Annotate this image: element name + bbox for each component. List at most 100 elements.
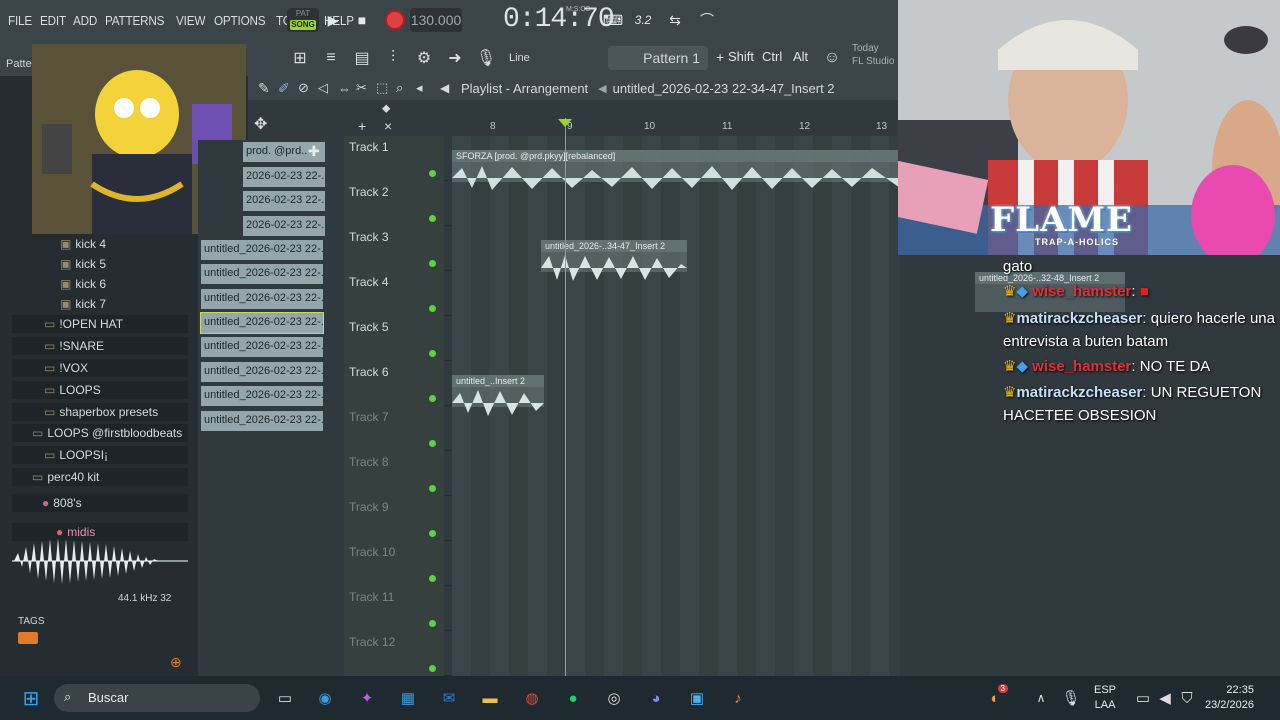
chat-username[interactable]: matirackzcheaser xyxy=(1016,384,1142,401)
pattern-clip[interactable]: 2026-02-23 22-.. xyxy=(243,191,325,211)
track-header[interactable]: Track 12 xyxy=(344,631,444,676)
language-indicator[interactable]: ESP LAA xyxy=(1094,683,1116,713)
menu-options[interactable]: OPTIONS xyxy=(214,13,266,28)
track-lane[interactable] xyxy=(452,316,900,361)
news-panel[interactable]: Today FL Studio xyxy=(852,42,894,68)
taskbar-search[interactable]: ⌕ Buscar xyxy=(54,684,260,712)
arrow-icon[interactable]: ➜ xyxy=(441,44,469,72)
shift-key-button[interactable]: Shift xyxy=(728,49,754,64)
pattern-picker-icon[interactable]: ✥ xyxy=(254,114,267,134)
slip-tool-icon[interactable]: ⇔ xyxy=(338,81,351,96)
pattern-clip[interactable]: 2026-02-23 22-.. xyxy=(243,216,325,236)
discord-icon[interactable]: ◕ xyxy=(643,686,669,710)
browser-item[interactable]: ▣ kick 7 xyxy=(60,297,106,311)
spotify-icon[interactable]: ● xyxy=(560,686,586,710)
photos-icon[interactable]: ▣ xyxy=(684,686,710,710)
add-clip-icon[interactable]: ✚ xyxy=(308,143,320,160)
draw-tool-icon[interactable]: ✎ xyxy=(258,80,270,97)
menu-file[interactable]: FILE xyxy=(8,13,32,28)
browser-folder[interactable]: ▭ perc40 kit xyxy=(12,468,188,486)
playlist-menu-arrow-icon[interactable]: ◀ xyxy=(440,81,449,95)
browser-folder[interactable]: ▭ !OPEN HAT xyxy=(12,315,188,333)
track-header[interactable]: Track 4 xyxy=(344,271,444,316)
track-mute-led[interactable] xyxy=(429,170,436,177)
snap-icon[interactable]: ⬥ xyxy=(382,101,390,116)
track-lane[interactable] xyxy=(452,541,900,586)
browser-item[interactable]: ▣ kick 5 xyxy=(60,257,106,271)
pattern-selector[interactable]: Pattern 1 xyxy=(608,46,708,70)
audio-clip[interactable]: untitled_..Insert 2 xyxy=(452,375,544,416)
browser-folder[interactable]: ▭ shaperbox presets xyxy=(12,403,188,421)
battery-icon[interactable]: ⛉ xyxy=(1174,686,1200,710)
task-view-icon[interactable]: ▭ xyxy=(272,686,298,710)
chat-username[interactable]: wise_hamster xyxy=(1032,358,1131,375)
chat-username[interactable]: matirackzcheaser xyxy=(1016,310,1142,327)
pat-song-toggle[interactable]: PAT SONG xyxy=(287,8,319,32)
play-preview-icon[interactable] xyxy=(18,632,38,644)
track-header[interactable]: Track 10 xyxy=(344,541,444,586)
track-lane[interactable] xyxy=(452,496,900,541)
track-header[interactable]: Track 7 xyxy=(344,406,444,451)
file-explorer-icon[interactable]: ▬ xyxy=(477,686,503,710)
pattern-clip[interactable]: untitled_2026-02-23 22-.. xyxy=(201,362,323,382)
close-icon[interactable]: × xyxy=(384,118,392,134)
track-mute-led[interactable] xyxy=(429,395,436,402)
track-header[interactable]: Track 3 xyxy=(344,226,444,271)
record-button[interactable] xyxy=(385,10,405,30)
system-clock[interactable]: 22:35 23/2/2026 xyxy=(1205,683,1254,713)
piano-roll-icon[interactable]: ▤ xyxy=(348,44,376,72)
pattern-clip[interactable]: untitled_2026-02-23 22-.. xyxy=(201,240,323,260)
browser-folder[interactable]: ▭ LOOPSI¡ xyxy=(12,446,188,464)
obs-icon[interactable]: ◎ xyxy=(601,686,627,710)
tempo-display[interactable]: 130.000 xyxy=(410,8,462,32)
wait-input-icon[interactable]: ⇆ xyxy=(662,8,688,32)
track-mute-led[interactable] xyxy=(429,260,436,267)
fl-studio-icon[interactable]: ♪ xyxy=(725,686,751,710)
track-header[interactable]: Track 11 xyxy=(344,586,444,631)
outlook-icon[interactable]: ✉ xyxy=(436,686,462,710)
timeline-ruler[interactable]: 8 9 10 11 12 13 xyxy=(452,118,900,136)
menu-edit[interactable]: EDIT xyxy=(40,13,66,28)
channel-rack-icon[interactable]: ≡ xyxy=(317,44,345,72)
track-mute-led[interactable] xyxy=(429,350,436,357)
chrome-icon[interactable]: ◍ xyxy=(519,686,545,710)
ctrl-key-button[interactable]: Ctrl xyxy=(762,49,782,64)
browser-folder[interactable]: ▭ !SNARE xyxy=(12,337,188,355)
windows-start-icon[interactable]: ⊞ xyxy=(18,686,44,710)
select-tool-icon[interactable]: ⬚ xyxy=(376,80,388,96)
track-mute-led[interactable] xyxy=(429,665,436,672)
sample-waveform-preview[interactable] xyxy=(12,535,188,587)
play-button[interactable]: ▶ xyxy=(320,8,346,32)
browser-item[interactable]: ▣ kick 6 xyxy=(60,277,106,291)
zoom-tool-icon[interactable]: ⌕ xyxy=(396,80,403,96)
plugin-icon[interactable]: ⚙ xyxy=(410,44,438,72)
track-mute-led[interactable] xyxy=(429,440,436,447)
track-mute-led[interactable] xyxy=(429,620,436,627)
snap-selector[interactable]: Line xyxy=(509,52,530,64)
track-header[interactable]: Track 6 xyxy=(344,361,444,406)
slice-tool-icon[interactable]: ✂ xyxy=(356,80,367,96)
notification-app-icon[interactable]: ◐ 3 xyxy=(982,684,1008,710)
microphone-icon[interactable]: 🎙 xyxy=(1058,686,1084,710)
track-lane[interactable] xyxy=(452,631,900,676)
browser-folder[interactable]: ▭ LOOPS xyxy=(12,381,188,399)
track-header[interactable]: Track 8 xyxy=(344,451,444,496)
audio-clip[interactable]: untitled_2026-..34-47_Insert 2 xyxy=(541,240,687,281)
menu-add[interactable]: ADD xyxy=(73,13,97,28)
track-mute-led[interactable] xyxy=(429,575,436,582)
metronome-icon[interactable]: ⌒ xyxy=(694,8,720,32)
add-pattern-button[interactable]: + xyxy=(716,49,724,65)
browser-folder[interactable]: ▭ !VOX xyxy=(12,359,188,377)
stop-button[interactable]: ■ xyxy=(349,8,375,32)
menu-patterns[interactable]: PATTERNS xyxy=(105,13,164,28)
browser-folder[interactable]: ▭ LOOPS @firstbloodbeats xyxy=(12,424,188,442)
time-display[interactable]: 0:14:70 xyxy=(503,4,615,35)
copilot-icon[interactable]: ✦ xyxy=(354,686,380,710)
browser-item[interactable]: ▣ kick 4 xyxy=(60,237,106,251)
track-mute-led[interactable] xyxy=(429,485,436,492)
audio-clip[interactable]: SFORZA [prod. @prd.pkyy][rebalanced] xyxy=(452,150,900,190)
playback-tool-icon[interactable]: ◂ xyxy=(416,80,423,96)
track-mute-led[interactable] xyxy=(429,530,436,537)
store-icon[interactable]: ▦ xyxy=(395,686,421,710)
microphone-icon[interactable]: 🎙 xyxy=(472,44,500,72)
